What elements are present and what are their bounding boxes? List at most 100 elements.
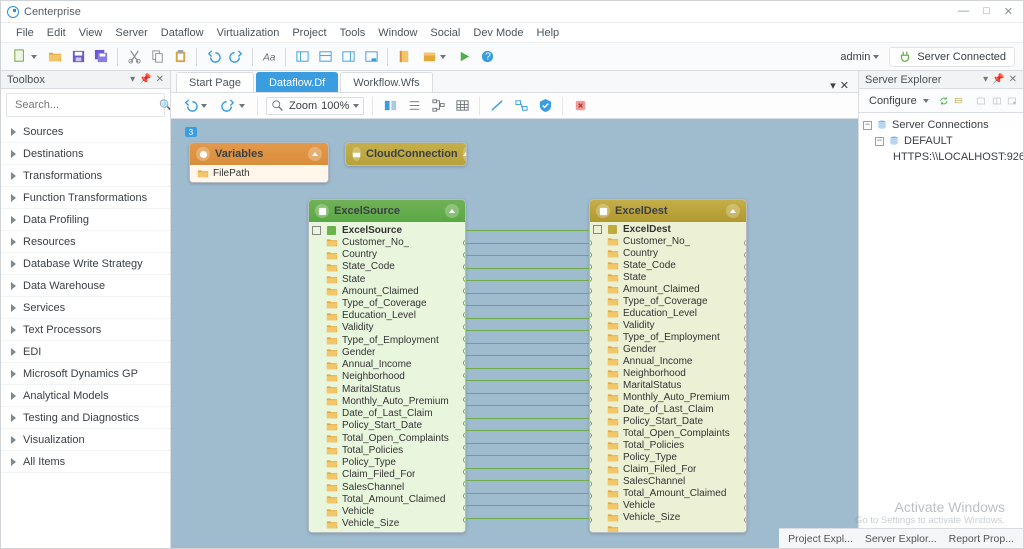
copy-button[interactable] — [148, 48, 166, 66]
menu-virtualization[interactable]: Virtualization — [212, 25, 285, 41]
status-tab[interactable]: Project Expl... — [783, 531, 858, 547]
menu-help[interactable]: Help — [532, 25, 565, 41]
node-cloudconnection[interactable]: CloudConnection — [345, 142, 467, 166]
field-row[interactable]: Monthly_Auto_Premium — [312, 395, 462, 407]
new-doc-button[interactable] — [9, 48, 41, 66]
tabstrip-dropdown-icon[interactable]: ▾ — [830, 79, 836, 92]
field-row[interactable]: Neighborhood — [593, 367, 743, 379]
help-button[interactable]: ? — [478, 48, 496, 66]
menu-edit[interactable]: Edit — [42, 25, 71, 41]
font-button[interactable]: Aa — [260, 48, 278, 66]
node-collapse-icon[interactable] — [726, 204, 740, 218]
undo-history-button[interactable] — [179, 97, 211, 115]
field-row[interactable]: State — [312, 273, 462, 285]
field-row[interactable]: Amount_Claimed — [593, 283, 743, 295]
undo-button[interactable] — [204, 48, 222, 66]
run-button[interactable] — [455, 48, 473, 66]
menu-server[interactable]: Server — [110, 25, 152, 41]
save-button[interactable] — [69, 48, 87, 66]
toolbox-category-database-write-strategy[interactable]: Database Write Strategy — [1, 253, 170, 275]
panel-close-icon[interactable]: ✕ — [156, 74, 164, 85]
open-folder-button[interactable] — [46, 48, 64, 66]
field-row[interactable]: Policy_Start_Date — [593, 415, 743, 427]
document-tab[interactable]: Workflow.Wfs — [340, 72, 432, 92]
field-row[interactable]: Type_of_Coverage — [593, 295, 743, 307]
node-variables[interactable]: Variables FilePath — [189, 142, 329, 183]
menu-project[interactable]: Project — [287, 25, 331, 41]
field-row[interactable]: Neighborhood — [312, 371, 462, 383]
redo-history-button[interactable] — [217, 97, 249, 115]
window-maximize-button[interactable]: □ — [983, 5, 990, 18]
menu-tools[interactable]: Tools — [335, 25, 371, 41]
cancel-red-button[interactable] — [571, 97, 589, 115]
field-row[interactable]: Claim_Filed_For — [593, 463, 743, 475]
panel-close-icon[interactable]: ✕ — [1009, 74, 1017, 85]
window-minimize-button[interactable]: — — [958, 5, 969, 18]
node-collapse-icon[interactable] — [445, 204, 459, 218]
field-row[interactable]: Vehicle — [312, 505, 462, 517]
menu-view[interactable]: View — [74, 25, 108, 41]
field-row[interactable]: State_Code — [593, 259, 743, 271]
user-menu[interactable]: admin — [836, 50, 883, 64]
server-status-pill[interactable]: Server Connected — [889, 47, 1015, 67]
view-mode1-button[interactable] — [381, 97, 399, 115]
panel-pin-icon[interactable]: 📌 — [139, 74, 151, 85]
window-close-button[interactable]: ✕ — [1004, 5, 1013, 18]
tree-mode-button[interactable] — [429, 97, 447, 115]
toolbox-category-analytical-models[interactable]: Analytical Models — [1, 385, 170, 407]
pane2-icon[interactable] — [992, 94, 1002, 108]
pane1-icon[interactable] — [976, 94, 986, 108]
menu-window[interactable]: Window — [373, 25, 422, 41]
field-row[interactable]: Gender — [312, 346, 462, 358]
toolbox-category-destinations[interactable]: Destinations — [1, 143, 170, 165]
grid-mode-button[interactable] — [453, 97, 471, 115]
node-collapse-icon[interactable] — [463, 147, 467, 161]
field-row[interactable]: Policy_Start_Date — [312, 420, 462, 432]
field-row[interactable]: Country — [593, 247, 743, 259]
field-row[interactable]: Country — [312, 248, 462, 260]
toolbox-category-all-items[interactable]: All Items — [1, 451, 170, 473]
toolbox-category-services[interactable]: Services — [1, 297, 170, 319]
toolbox-search[interactable]: 🔍 — [6, 93, 165, 117]
field-row[interactable]: Type_of_Coverage — [312, 297, 462, 309]
field-row[interactable]: Vehicle_Size — [593, 511, 743, 523]
tree-endpoint[interactable]: HTTPS:\\LOCALHOST:9261 — [863, 149, 1019, 165]
toolbox-category-function-transformations[interactable]: Function Transformations — [1, 187, 170, 209]
redo-button[interactable] — [227, 48, 245, 66]
zoom-control[interactable]: Zoom 100% — [266, 97, 364, 115]
field-row[interactable]: MaritalStatus — [593, 379, 743, 391]
node-excelsource[interactable]: ExcelSource ExcelSource Customer_No_Coun… — [308, 199, 466, 533]
field-row[interactable]: MaritalStatus — [312, 383, 462, 395]
toolbox-category-transformations[interactable]: Transformations — [1, 165, 170, 187]
field-row[interactable]: Education_Level — [593, 307, 743, 319]
tree-default[interactable]: DEFAULT — [863, 133, 1019, 149]
box-button[interactable] — [418, 48, 450, 66]
field-row[interactable]: Customer_No_ — [312, 236, 462, 248]
field-row[interactable]: Total_Policies — [593, 439, 743, 451]
field-row[interactable]: FilePath — [193, 167, 325, 180]
field-row[interactable]: Total_Open_Complaints — [593, 427, 743, 439]
configure-button[interactable]: Configure — [865, 94, 933, 108]
field-row[interactable]: SalesChannel — [593, 475, 743, 487]
panel-dropdown-icon[interactable]: ▾ — [983, 74, 988, 85]
menu-social[interactable]: Social — [425, 25, 465, 41]
field-row[interactable]: Type_of_Employment — [312, 334, 462, 346]
field-row[interactable]: Policy_Type — [593, 451, 743, 463]
pane3-icon[interactable] — [1007, 94, 1017, 108]
layout2-button[interactable] — [316, 48, 334, 66]
save-all-button[interactable] — [92, 48, 110, 66]
paste-button[interactable] — [171, 48, 189, 66]
field-row[interactable]: Validity — [593, 319, 743, 331]
tabstrip-close-icon[interactable]: ✕ — [840, 79, 849, 92]
field-row[interactable]: Date_of_Last_Claim — [312, 408, 462, 420]
document-tab[interactable]: Start Page — [176, 72, 254, 92]
new-member-row[interactable] — [593, 523, 743, 532]
status-tab[interactable]: Report Prop... — [944, 531, 1019, 547]
field-row[interactable]: State — [593, 271, 743, 283]
field-row[interactable]: Amount_Claimed — [312, 285, 462, 297]
toolbox-category-text-processors[interactable]: Text Processors — [1, 319, 170, 341]
node-collapse-icon[interactable] — [308, 147, 322, 161]
field-row[interactable]: Date_of_Last_Claim — [593, 403, 743, 415]
field-row[interactable]: Vehicle_Size — [312, 518, 462, 530]
panel-dropdown-icon[interactable]: ▾ — [130, 74, 135, 85]
